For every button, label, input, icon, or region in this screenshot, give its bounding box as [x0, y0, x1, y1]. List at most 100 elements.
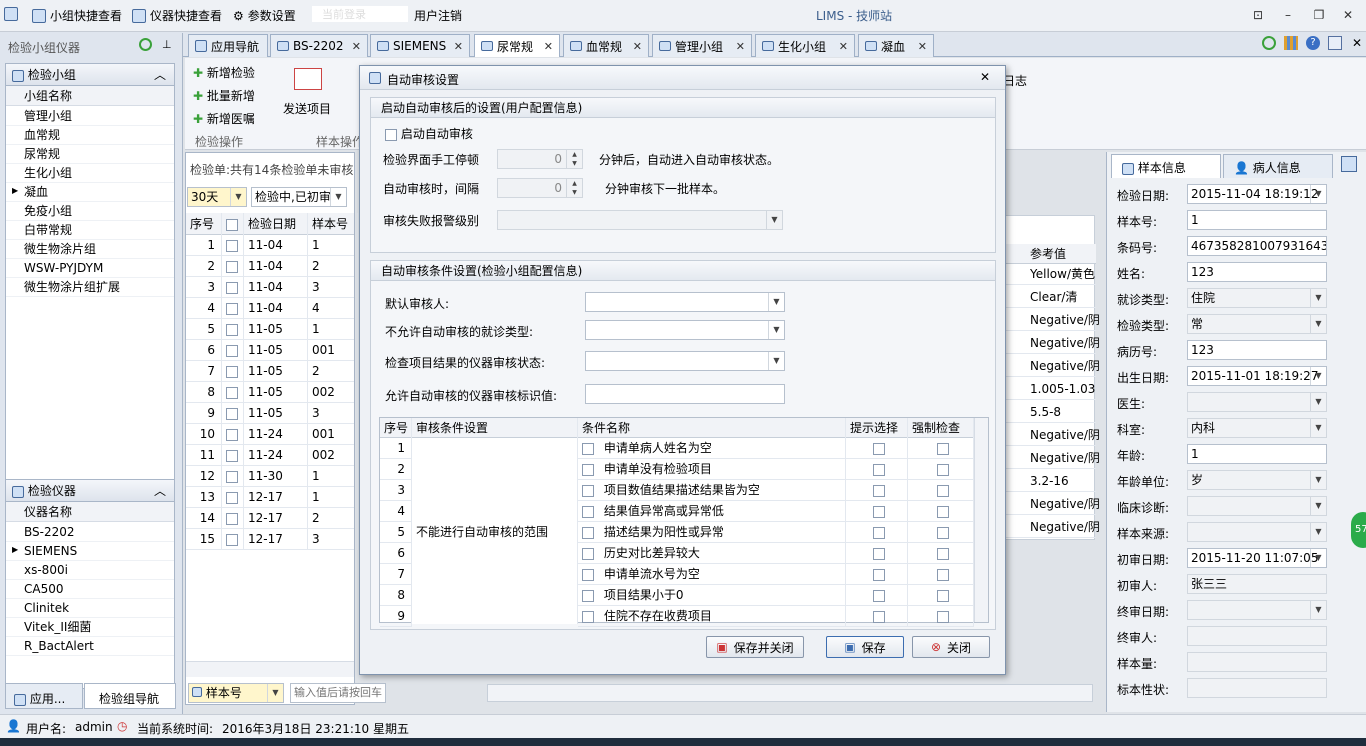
condition-row[interactable]: 4 结果值异常高或异常低 [380, 501, 974, 522]
prompt-checkbox[interactable] [846, 543, 908, 564]
condition-checkbox[interactable] [582, 568, 594, 581]
table-row[interactable]: 2 11-04 2 [186, 256, 358, 277]
condition-row[interactable]: 5 描述结果为阳性或异常 [380, 522, 974, 543]
tab-blood[interactable]: 血常规 ✕ [563, 34, 649, 57]
row-checkbox[interactable] [222, 466, 244, 487]
row-checkbox[interactable] [222, 340, 244, 361]
table-row[interactable]: 10 11-24 001 [186, 424, 358, 445]
force-check-checkbox[interactable] [908, 543, 974, 564]
condition-checkbox[interactable] [582, 442, 594, 455]
refresh-icon[interactable] [139, 38, 152, 51]
field-value[interactable]: ▼ [1187, 600, 1327, 620]
status-filter[interactable]: 检验中,已初审 ▼ [251, 187, 347, 207]
save-and-close-button[interactable]: ▣ 保存并关闭 [706, 636, 804, 658]
force-check-checkbox[interactable] [908, 585, 974, 606]
send-items-button[interactable]: 发送项目 [283, 100, 331, 117]
add-order-button[interactable]: ✚ 新增医嘱 [193, 110, 255, 127]
list-item[interactable]: R_BactAlert [6, 637, 174, 656]
row-checkbox[interactable] [222, 298, 244, 319]
field-value[interactable]: 2015-11-20 11:07:05 ▼ [1187, 548, 1327, 568]
tab-coag[interactable]: 凝血 ✕ [858, 34, 934, 57]
condition-row[interactable]: 8 项目结果小于0 [380, 585, 974, 606]
notification-badge[interactable]: 57 [1351, 512, 1366, 548]
condition-row[interactable]: 9 住院不存在收费项目 [380, 606, 974, 627]
field-value[interactable]: 住院 ▼ [1187, 288, 1327, 308]
table-row[interactable]: 14 12-17 2 [186, 508, 358, 529]
logout-menu[interactable]: 用户注销 [414, 7, 462, 24]
close-icon[interactable]: ✕ [839, 40, 848, 53]
collapse-icon[interactable]: ︿ [154, 480, 166, 502]
field-value[interactable]: 1 [1187, 444, 1327, 464]
list-item[interactable]: WSW-PYJDYM [6, 259, 174, 278]
palette-icon[interactable] [1284, 36, 1298, 50]
row-checkbox[interactable] [222, 445, 244, 466]
save-button[interactable]: ▣ 保存 [826, 636, 904, 658]
condition-row[interactable]: 1 申请单病人姓名为空 [380, 438, 974, 459]
list-item[interactable]: 微生物涂片组 [6, 240, 174, 259]
tab-urine[interactable]: 尿常规 ✕ [474, 34, 560, 57]
restore-layout-icon[interactable]: ⊡ [1251, 8, 1265, 22]
prompt-checkbox[interactable] [846, 564, 908, 585]
condition-row[interactable]: 6 历史对比差异较大 [380, 543, 974, 564]
tab-sample-info[interactable]: 样本信息 [1111, 154, 1221, 178]
prompt-checkbox[interactable] [846, 585, 908, 606]
list-item[interactable]: 凝血 [6, 183, 174, 202]
condition-checkbox[interactable] [582, 547, 594, 560]
list-item[interactable]: SIEMENS [6, 542, 174, 561]
tab-patient-info[interactable]: 👤 病人信息 [1223, 154, 1333, 178]
field-value[interactable]: 岁 ▼ [1187, 470, 1327, 490]
table-row[interactable]: 5 11-05 1 [186, 319, 358, 340]
new-test-button[interactable]: ✚ 新增检验 [193, 64, 255, 81]
tab-bs2202[interactable]: BS-2202 ✕ [270, 34, 368, 57]
image-icon[interactable] [1328, 36, 1342, 50]
group-panel-header[interactable]: 检验小组 ︿ [6, 64, 174, 86]
prompt-checkbox[interactable] [846, 438, 908, 459]
close-icon[interactable]: ✕ [918, 40, 927, 53]
row-checkbox[interactable] [222, 382, 244, 403]
field-value[interactable]: 123 [1187, 262, 1327, 282]
col-header[interactable]: 强制检查 [908, 418, 974, 438]
settings-menu[interactable]: ⚙ 参数设置 [233, 7, 296, 24]
force-check-checkbox[interactable] [908, 459, 974, 480]
field-value[interactable]: 内科 ▼ [1187, 418, 1327, 438]
refresh-icon[interactable] [1262, 36, 1276, 50]
col-header[interactable]: 样本号↑ [308, 213, 358, 235]
interval-minutes-input[interactable]: 0 ▲ ▼ [497, 178, 583, 198]
table-row[interactable]: 13 12-17 1 [186, 487, 358, 508]
list-item[interactable]: 微生物涂片组扩展 [6, 278, 174, 297]
col-header[interactable]: 序号 [380, 418, 412, 438]
tab-app-nav[interactable]: 应用导航 [188, 34, 268, 57]
instrument-shortcut-menu[interactable]: 仪器快捷查看 [132, 7, 222, 24]
field-value[interactable]: ▼ [1187, 522, 1327, 542]
row-checkbox[interactable] [222, 235, 244, 256]
tab-app-nav-bottom[interactable]: 应用... [5, 683, 83, 709]
alarm-level-select[interactable]: ▼ [497, 210, 783, 230]
instrument-panel-header[interactable]: 检验仪器 ︿ [6, 480, 174, 502]
list-item[interactable]: xs-800i [6, 561, 174, 580]
row-checkbox[interactable] [222, 361, 244, 382]
log-button[interactable]: 日志 [1003, 72, 1027, 89]
field-value[interactable]: 1 [1187, 210, 1327, 230]
list-item[interactable]: 白带常规 [6, 221, 174, 240]
condition-checkbox[interactable] [582, 463, 594, 476]
table-row[interactable]: 11 11-24 002 [186, 445, 358, 466]
table-row[interactable]: 1 11-04 1 [186, 235, 358, 256]
enable-auto-audit-checkbox[interactable]: 启动自动审核 [385, 125, 473, 142]
list-item[interactable]: 免疫小组 [6, 202, 174, 221]
days-filter[interactable]: 30天 ▼ [187, 187, 247, 207]
tab-siemens[interactable]: SIEMENS ✕ [370, 34, 470, 57]
col-header[interactable]: 审核条件设置 [412, 418, 578, 438]
list-item[interactable]: 生化小组 [6, 164, 174, 183]
close-icon[interactable]: ✕ [1341, 8, 1355, 22]
close-icon[interactable]: ✕ [633, 40, 642, 53]
list-item[interactable]: 尿常规 [6, 145, 174, 164]
group-col-header[interactable]: 小组名称 [6, 86, 174, 106]
horizontal-scrollbar[interactable] [487, 684, 1093, 702]
force-check-checkbox[interactable] [908, 564, 974, 585]
prompt-checkbox[interactable] [846, 480, 908, 501]
list-item[interactable]: 血常规 [6, 126, 174, 145]
tab-group-nav[interactable]: 检验组导航 [84, 683, 176, 709]
table-row[interactable]: 4 11-04 4 [186, 298, 358, 319]
visit-type-select[interactable]: ▼ [585, 320, 785, 340]
list-item[interactable]: BS-2202 [6, 523, 174, 542]
